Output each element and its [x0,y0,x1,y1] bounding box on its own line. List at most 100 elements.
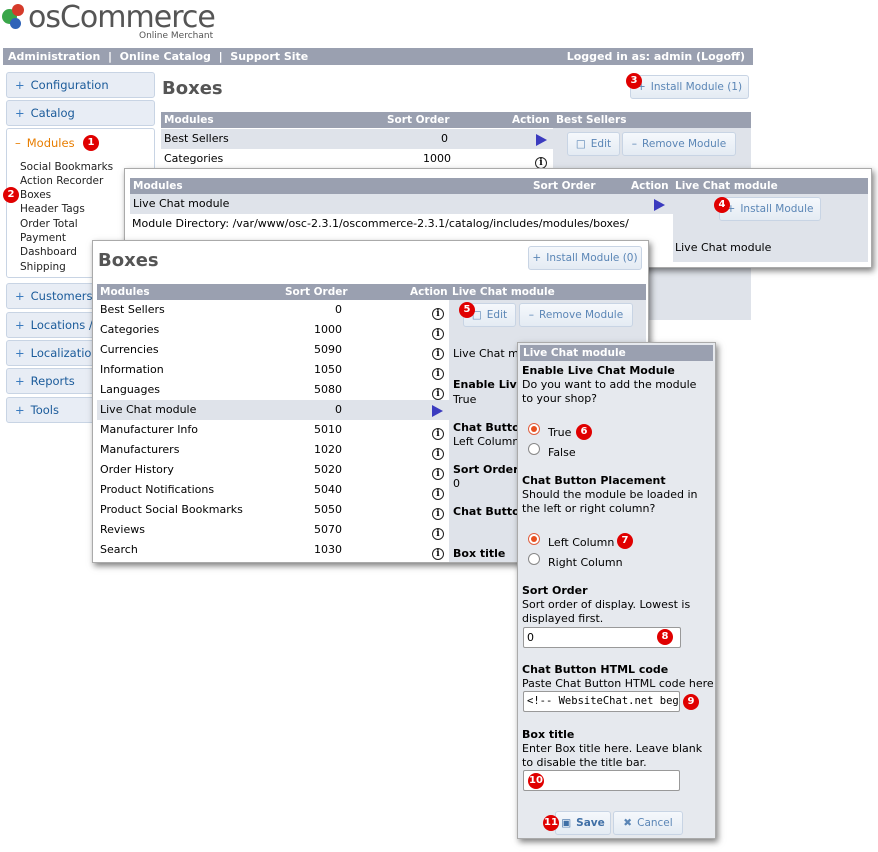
sidebar-item-catalog[interactable]: + Catalog [6,100,155,126]
sublink-dashboard[interactable]: Dashboard [20,246,77,258]
popup1-table-header: Modules Sort Order Action [130,178,673,194]
remove-module-button[interactable]: – Remove Module [519,303,633,327]
table-row[interactable]: Currencies 5090 i [97,340,449,360]
popup2-table-header: Modules Sort Order Action [97,284,449,300]
info-icon: i [432,528,444,540]
close-icon: ✖ [623,817,633,829]
document-icon: □ [575,138,586,150]
save-button[interactable]: ▣ Save [555,811,611,835]
modules-table-header: Modules Sort Order Action [161,112,553,128]
sublink-header-tags[interactable]: Header Tags [20,203,85,215]
logo-tagline: Online Merchant [139,31,214,41]
edit-button[interactable]: □ Edit [567,132,620,156]
logged-in-status[interactable]: Logged in as: admin (Logoff) [567,48,745,65]
table-row[interactable]: Live Chat module [130,194,673,214]
chat-html-input[interactable]: <!-- WebsiteChat.net begin [523,691,680,712]
info-icon: i [432,428,444,440]
info-icon: i [432,368,444,380]
floppy-disk-icon: ▣ [561,817,572,829]
info-icon: i [432,388,444,400]
plus-icon: + [15,318,25,332]
table-row[interactable]: Live Chat module 0 [97,400,449,420]
step-badge: 2 [3,187,19,203]
edit-module-form: Live Chat module Enable Live Chat Module… [517,342,716,839]
step-badge: 11 [543,815,559,831]
info-icon: i [432,468,444,480]
sublink-social-bookmarks[interactable]: Social Bookmarks [20,161,113,173]
plus-icon: + [15,289,25,303]
table-row[interactable]: Product Notifications 5040 i [97,480,449,500]
popup2-info-header: Live Chat module [449,284,646,300]
sublink-shipping[interactable]: Shipping [20,261,66,273]
sublink-boxes[interactable]: Boxes [20,189,51,201]
info-icon: i [432,508,444,520]
info-icon: i [432,448,444,460]
step-badge: 3 [626,73,642,89]
minus-icon: – [15,136,21,150]
box-title-input[interactable] [523,770,680,791]
table-row[interactable]: Categories 1000 i [161,149,553,169]
table-row[interactable]: Manufacturers 1020 i [97,440,449,460]
install-module-button[interactable]: + Install Module (1) [630,75,749,99]
step-badge: 10 [528,773,544,789]
info-box-header: Best Sellers [553,112,751,128]
table-row[interactable]: Best Sellers 0 i [97,300,449,320]
info-icon: i [432,308,444,320]
info-icon: i [432,548,444,560]
info-icon: i [432,348,444,360]
logo-text: osCommerce [28,0,216,35]
step-badge: 6 [576,424,592,440]
table-row[interactable]: Best Sellers 0 [161,129,553,149]
table-row[interactable]: Product Social Bookmarks 5050 i [97,500,449,520]
sublink-payment[interactable]: Payment [20,232,66,244]
sublink-order-total[interactable]: Order Total [20,218,78,230]
nav-administration[interactable]: Administration [8,50,100,63]
remove-module-button[interactable]: – Remove Module [622,132,736,156]
sidebar-item-configuration[interactable]: + Configuration [6,72,155,98]
plus-icon: + [15,403,25,417]
popup1-info-header: Live Chat module [673,178,868,194]
step-badge: 8 [657,629,673,645]
oscommerce-logo[interactable]: osCommerce Online Merchant [0,0,230,44]
minus-icon: – [631,138,638,150]
popup2-title: Boxes [98,250,159,271]
radio-true[interactable] [528,423,540,435]
step-badge: 1 [83,135,99,151]
sidebar-item-modules[interactable]: – Modules [7,129,154,150]
table-row[interactable]: Languages 5080 i [97,380,449,400]
top-nav-bar: Administration | Online Catalog | Suppor… [3,48,753,65]
table-row[interactable]: Reviews 5070 i [97,520,449,540]
radio-right-column[interactable] [528,553,540,565]
table-row[interactable]: Search 1030 i [97,540,449,560]
plus-icon: + [15,78,25,92]
page-title: Boxes [162,78,223,99]
step-badge: 7 [617,533,633,549]
nav-online-catalog[interactable]: Online Catalog [120,50,211,63]
edit-form-header: Live Chat module [520,345,713,361]
module-directory: Module Directory: /var/www/osc-2.3.1/osc… [132,217,629,230]
sublink-action-recorder[interactable]: Action Recorder [20,175,103,187]
install-module-button[interactable]: + Install Module (0) [528,246,642,270]
radio-left-column[interactable] [528,533,540,545]
table-row[interactable]: Information 1050 i [97,360,449,380]
arrow-right-icon [432,405,443,417]
info-icon: i [432,488,444,500]
cancel-button[interactable]: ✖ Cancel [613,811,683,835]
info-icon: i [432,328,444,340]
step-badge: 9 [683,694,699,710]
install-module-button[interactable]: + Install Module [719,197,821,221]
arrow-right-icon [536,134,547,146]
nav-support-site[interactable]: Support Site [230,50,308,63]
table-row[interactable]: Order History 5020 i [97,460,449,480]
table-row[interactable]: Manufacturer Info 5010 i [97,420,449,440]
arrow-right-icon [654,199,665,211]
plus-icon: + [15,346,25,360]
table-row[interactable]: Categories 1000 i [97,320,449,340]
plus-icon: + [15,374,25,388]
plus-icon: + [532,252,542,264]
radio-false[interactable] [528,443,540,455]
step-badge: 4 [714,197,730,213]
minus-icon: – [528,309,535,321]
step-badge: 5 [459,302,475,318]
plus-icon: + [15,106,25,120]
